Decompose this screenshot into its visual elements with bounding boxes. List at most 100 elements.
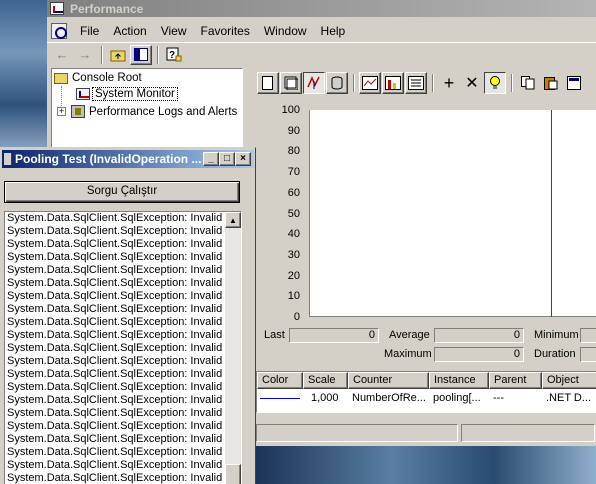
maximum-value: 0: [434, 347, 524, 362]
menu-file[interactable]: File: [73, 22, 106, 40]
svg-text:?: ?: [169, 50, 175, 61]
list-item[interactable]: System.Data.SqlClient.SqlException: Inva…: [5, 316, 227, 329]
tree-item-system-monitor[interactable]: System Monitor: [76, 87, 178, 101]
instance-cell: pooling[...: [433, 392, 481, 404]
list-item[interactable]: System.Data.SqlClient.SqlException: Inva…: [5, 290, 227, 303]
column-header-object[interactable]: Object: [542, 372, 596, 389]
view-histogram-icon[interactable]: [382, 72, 404, 94]
system-monitor-toolbar: + ✕: [257, 71, 586, 95]
desktop-wallpaper-bottom: [256, 446, 596, 484]
list-item[interactable]: System.Data.SqlClient.SqlException: Inva…: [5, 264, 227, 277]
list-item[interactable]: System.Data.SqlClient.SqlException: Inva…: [5, 303, 227, 316]
list-item[interactable]: System.Data.SqlClient.SqlException: Inva…: [5, 420, 227, 433]
system-monitor-icon: [76, 88, 90, 100]
logs-alerts-icon: [71, 105, 85, 118]
vertical-scrollbar[interactable]: ▲: [225, 212, 241, 484]
toolbar-separator: [432, 74, 434, 92]
list-item[interactable]: System.Data.SqlClient.SqlException: Inva…: [5, 446, 227, 459]
list-item[interactable]: System.Data.SqlClient.SqlException: Inva…: [5, 472, 227, 484]
tree-item-console-root[interactable]: Console Root: [54, 72, 142, 84]
column-header-counter[interactable]: Counter: [348, 372, 429, 389]
paste-counter-list-icon[interactable]: [540, 72, 562, 94]
menu-favorites[interactable]: Favorites: [194, 22, 257, 40]
list-item[interactable]: System.Data.SqlClient.SqlException: Inva…: [5, 251, 227, 264]
duration-value: [580, 347, 596, 362]
menu-window[interactable]: Window: [257, 22, 314, 40]
view-current-activity-icon[interactable]: [303, 72, 325, 94]
minimum-value: [580, 328, 596, 343]
tree-item-label: Console Root: [72, 72, 142, 84]
y-tick-label: 50: [287, 207, 300, 220]
folder-icon: [54, 72, 68, 84]
close-button[interactable]: ×: [235, 152, 251, 166]
exception-list[interactable]: System.Data.SqlClient.SqlException: Inva…: [4, 211, 242, 484]
column-header-parent[interactable]: Parent: [489, 372, 542, 389]
list-item[interactable]: System.Data.SqlClient.SqlException: Inva…: [5, 407, 227, 420]
maximize-button[interactable]: □: [219, 152, 235, 166]
y-tick-label: 0: [293, 311, 300, 323]
y-tick-label: 100: [281, 104, 300, 116]
performance-titlebar[interactable]: Performance: [47, 0, 596, 17]
y-tick-label: 40: [287, 228, 300, 241]
pooling-title: Pooling Test (InvalidOperation ...: [15, 152, 202, 166]
color-cell: [257, 397, 303, 399]
back-icon[interactable]: ←: [51, 45, 73, 65]
expand-icon[interactable]: +: [57, 107, 66, 116]
list-item[interactable]: System.Data.SqlClient.SqlException: Inva…: [5, 355, 227, 368]
list-item[interactable]: System.Data.SqlClient.SqlException: Inva…: [5, 238, 227, 251]
list-item[interactable]: System.Data.SqlClient.SqlException: Inva…: [5, 459, 227, 472]
list-item[interactable]: System.Data.SqlClient.SqlException: Inva…: [5, 381, 227, 394]
list-item[interactable]: System.Data.SqlClient.SqlException: Inva…: [5, 368, 227, 381]
column-header-scale[interactable]: Scale: [303, 372, 348, 389]
clear-display-icon[interactable]: [280, 72, 302, 94]
table-row[interactable]: 1,000 NumberOfRe... pooling[... --- .NET…: [257, 389, 596, 407]
caption-buttons: _ □ ×: [203, 152, 251, 166]
exception-list-items: System.Data.SqlClient.SqlException: Inva…: [5, 212, 241, 484]
tree-item-perf-logs[interactable]: + Performance Logs and Alerts: [57, 105, 237, 118]
up-folder-icon[interactable]: [107, 45, 129, 65]
scroll-up-icon[interactable]: ▲: [225, 212, 241, 228]
delete-icon[interactable]: ✕: [461, 72, 483, 94]
list-item[interactable]: System.Data.SqlClient.SqlException: Inva…: [5, 433, 227, 446]
y-tick-label: 70: [287, 166, 300, 179]
list-item[interactable]: System.Data.SqlClient.SqlException: Inva…: [5, 225, 227, 238]
column-header-instance[interactable]: Instance: [429, 372, 489, 389]
pooling-test-window: Pooling Test (InvalidOperation ... _ □ ×…: [0, 147, 256, 484]
performance-title: Performance: [70, 1, 144, 16]
menu-view[interactable]: View: [154, 22, 194, 40]
series-color-swatch: [260, 397, 300, 399]
minimize-button[interactable]: _: [203, 152, 219, 166]
view-log-data-icon[interactable]: [326, 72, 348, 94]
list-item[interactable]: System.Data.SqlClient.SqlException: Inva…: [5, 342, 227, 355]
add-icon[interactable]: +: [438, 72, 460, 94]
menu-help[interactable]: Help: [314, 22, 353, 40]
window-icon: [4, 153, 12, 165]
properties-icon[interactable]: [563, 72, 585, 94]
system-monitor-pane: + ✕ 100 90 80 70 60 50 40 30 20 10 0 Last 0: [256, 68, 596, 446]
column-header-color[interactable]: Color: [257, 372, 303, 389]
parent-cell: ---: [493, 392, 504, 404]
list-item[interactable]: System.Data.SqlClient.SqlException: Inva…: [5, 277, 227, 290]
toolbar-separator: [157, 45, 159, 64]
scale-cell: 1,000: [311, 392, 339, 404]
console-icon[interactable]: [51, 22, 67, 39]
help-icon[interactable]: ?: [163, 45, 185, 65]
menu-action[interactable]: Action: [106, 22, 153, 40]
list-item[interactable]: System.Data.SqlClient.SqlException: Inva…: [5, 394, 227, 407]
copy-properties-icon[interactable]: [517, 72, 539, 94]
list-item[interactable]: System.Data.SqlClient.SqlException: Inva…: [5, 212, 227, 225]
toolbar-separator: [101, 45, 103, 64]
forward-icon[interactable]: →: [74, 45, 96, 65]
view-graph-icon[interactable]: [359, 72, 381, 94]
new-counter-set-icon[interactable]: [257, 72, 279, 94]
run-query-button[interactable]: Sorgu Çalıştır: [4, 181, 240, 203]
counter-list-header: Color Scale Counter Instance Parent Obje…: [257, 372, 596, 389]
highlight-icon[interactable]: [484, 72, 506, 94]
show-tree-icon[interactable]: [130, 44, 152, 65]
view-report-icon[interactable]: [405, 72, 427, 94]
scroll-thumb[interactable]: [225, 464, 241, 484]
counter-cell: NumberOfRe...: [352, 392, 426, 404]
list-item[interactable]: System.Data.SqlClient.SqlException: Inva…: [5, 329, 227, 342]
desktop-wallpaper: [0, 0, 48, 150]
last-label: Last: [264, 329, 285, 341]
